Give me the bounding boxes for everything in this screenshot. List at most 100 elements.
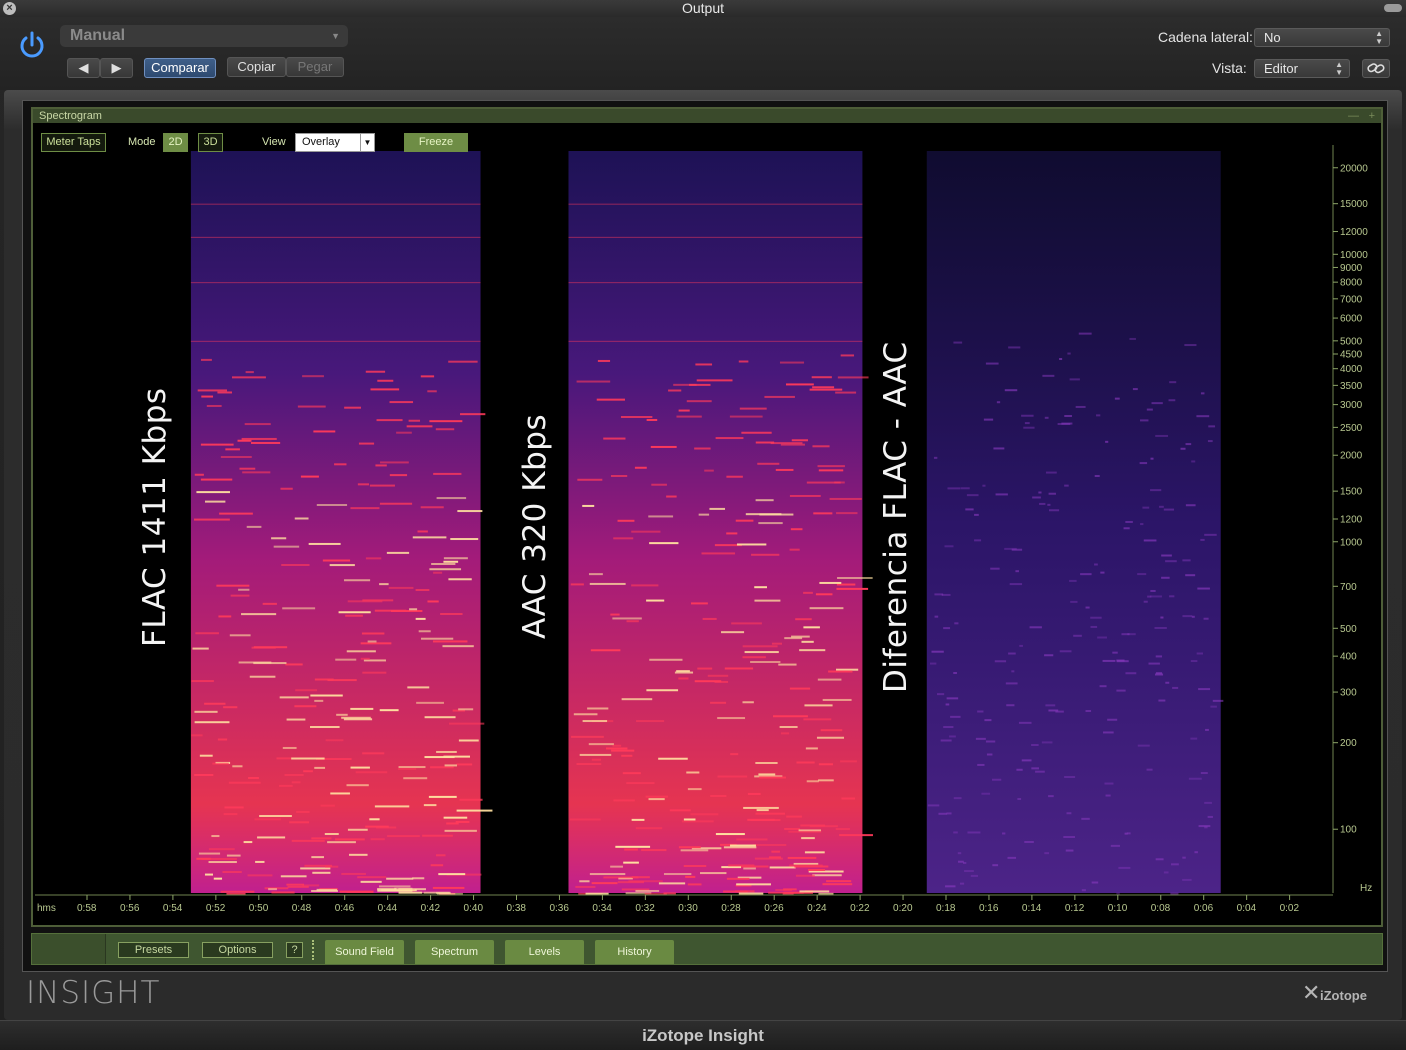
spectral-noise (1197, 587, 1210, 590)
mode-3d-button[interactable]: 3D (198, 133, 223, 152)
tab-spectrum[interactable]: Spectrum (415, 940, 494, 964)
help-button[interactable]: ? (286, 942, 303, 958)
spectral-streak (840, 760, 857, 763)
spectral-streak (282, 607, 316, 610)
spectral-streak (809, 825, 838, 828)
preset-select[interactable]: Manual ▼ (60, 25, 348, 47)
view-select[interactable]: Editor ▲ ▼ (1254, 59, 1350, 78)
spectral-streak (194, 710, 218, 713)
spectral-streak (791, 635, 810, 638)
toolbar-toggle-icon[interactable] (1384, 4, 1402, 12)
spectral-noise (1004, 547, 1017, 550)
spectral-noise (962, 861, 967, 864)
spectral-streak (251, 646, 276, 649)
spectral-streak (788, 830, 822, 833)
spectral-noise (1118, 866, 1131, 869)
spectral-noise (1155, 434, 1169, 437)
spectral-noise (1065, 849, 1074, 852)
spectral-streak (316, 888, 338, 891)
host-header: Manual ▼ ◀ ▶ Comparar Copiar Pegar Caden… (0, 17, 1406, 90)
spectral-streak (335, 658, 357, 661)
spectral-streak (362, 671, 387, 674)
spectral-noise (1182, 559, 1191, 562)
spectral-streak (435, 854, 446, 857)
spectral-streak (287, 885, 309, 888)
time-tick-label: 0:46 (335, 903, 355, 914)
spectral-noise (959, 882, 965, 885)
sidechain-select[interactable]: No ▲ ▼ (1254, 28, 1390, 47)
spectral-streak (744, 651, 779, 654)
spectral-streak (314, 766, 326, 769)
spectral-noise (977, 710, 984, 713)
close-icon[interactable]: × (3, 2, 16, 15)
tab-history[interactable]: History (595, 940, 674, 964)
paste-button[interactable]: Pegar (286, 57, 344, 77)
spectral-noise (974, 539, 982, 542)
spectral-streak (365, 370, 386, 373)
spectral-streak (216, 584, 250, 587)
spectral-noise (1190, 737, 1198, 740)
spectral-streak (573, 713, 598, 716)
tab-levels[interactable]: Levels (505, 940, 584, 964)
spectral-streak (623, 861, 639, 864)
spectral-streak (456, 763, 473, 766)
spectral-streak (370, 388, 400, 391)
spectral-streak (591, 758, 602, 761)
spectral-streak (613, 799, 635, 802)
spectral-noise (1203, 617, 1209, 620)
spectral-streak (828, 670, 853, 673)
spectral-streak (717, 717, 746, 720)
spectral-streak (286, 718, 306, 721)
view-mode-select[interactable]: Overlay ▼ (295, 133, 375, 152)
spectral-streak (612, 617, 642, 620)
spectral-noise (994, 660, 1007, 663)
tab-sound-field[interactable]: Sound Field (325, 940, 404, 964)
copy-button[interactable]: Copiar (227, 57, 286, 77)
spectral-noise (943, 627, 951, 630)
spectral-streak (815, 593, 833, 596)
previous-preset-button[interactable]: ◀ (67, 58, 100, 78)
freeze-button[interactable]: Freeze (404, 133, 468, 152)
flac-block (190, 151, 481, 893)
link-button[interactable] (1362, 59, 1390, 78)
spectral-streak (279, 784, 293, 787)
presets-button[interactable]: Presets (118, 942, 189, 958)
spectral-streak (649, 542, 679, 545)
spectral-streak (822, 883, 853, 886)
spectral-streak (587, 707, 609, 710)
mode-2d-button[interactable]: 2D (163, 133, 188, 152)
compare-button[interactable]: Comparar (144, 58, 216, 78)
meter-taps-button[interactable]: Meter Taps (41, 133, 106, 152)
next-preset-button[interactable]: ▶ (100, 58, 133, 78)
spectral-noise (1148, 662, 1160, 665)
spectral-noise (1090, 616, 1102, 619)
spectral-streak (281, 564, 310, 567)
spectral-noise (1200, 392, 1205, 395)
spectral-noise (1078, 332, 1092, 335)
spectral-noise (986, 753, 993, 756)
spectral-streak (232, 765, 243, 768)
spectral-noise (1085, 709, 1092, 712)
power-icon[interactable] (16, 29, 48, 61)
spectral-noise (1150, 595, 1162, 598)
spectral-noise (943, 726, 954, 729)
spectral-streak (344, 406, 361, 409)
spectral-streak (254, 818, 281, 821)
spectral-streak (818, 469, 844, 472)
spectral-noise (1204, 533, 1217, 536)
separator (312, 940, 315, 960)
spectral-noise (1126, 832, 1131, 835)
spectral-noise (1196, 652, 1204, 655)
spectral-streak (726, 532, 738, 535)
spectral-noise (1023, 426, 1035, 429)
spectral-noise (934, 615, 939, 618)
spectral-noise (1207, 815, 1213, 818)
spectral-streak (268, 888, 277, 891)
frequency-tick-label: 2500 (1340, 423, 1363, 434)
spectral-streak (674, 671, 694, 674)
spectral-streak (273, 545, 300, 548)
spectral-noise (1002, 832, 1006, 835)
options-button[interactable]: Options (202, 942, 273, 958)
spectral-noise (991, 778, 1002, 781)
spectral-noise (941, 593, 951, 596)
